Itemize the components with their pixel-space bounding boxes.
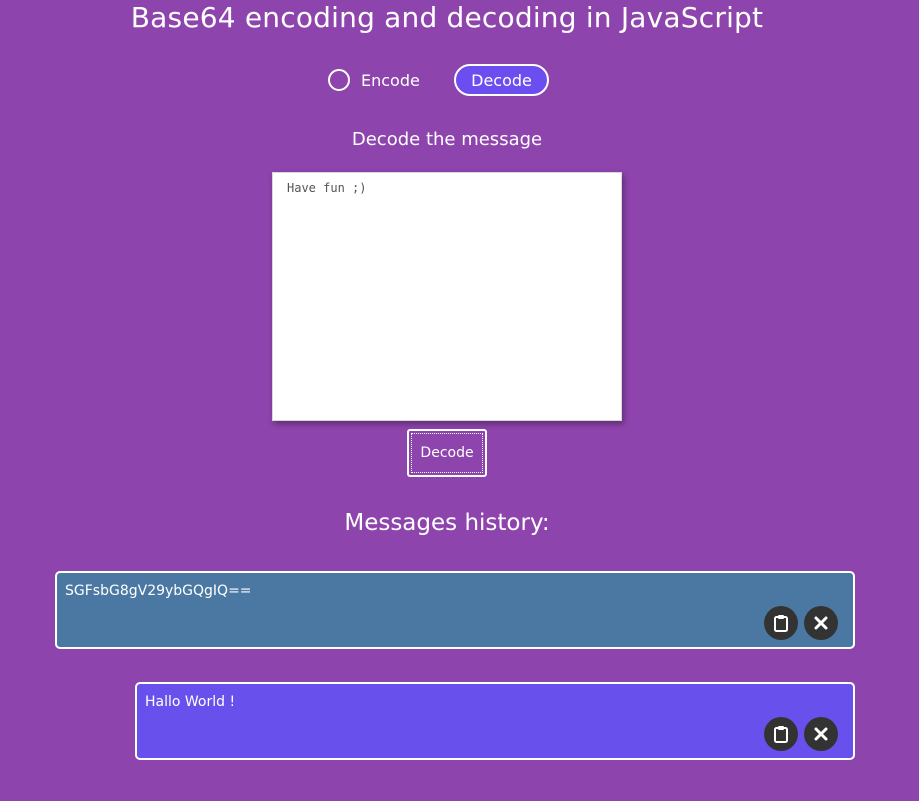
mode-switch: Encode Decode: [328, 64, 549, 96]
history-title: Messages history:: [344, 510, 550, 536]
close-icon: [814, 616, 828, 630]
delete-button[interactable]: [804, 606, 838, 640]
history-item-text: SGFsbG8gV29ybGQgIQ==: [65, 583, 252, 599]
history-item-encoded: SGFsbG8gV29ybGQgIQ==: [55, 571, 855, 649]
message-input[interactable]: [272, 172, 622, 421]
encode-radio[interactable]: Encode: [328, 64, 454, 96]
decode-button[interactable]: Decode: [407, 429, 487, 477]
clipboard-icon: [774, 725, 788, 743]
encode-radio-label: Encode: [361, 70, 420, 90]
history-item-actions: [764, 606, 838, 640]
close-icon: [814, 727, 828, 741]
clipboard-icon: [774, 614, 788, 632]
page-title: Base64 encoding and decoding in JavaScri…: [130, 1, 764, 34]
history-item-decoded: Hallo World !: [135, 682, 855, 760]
history-item-text: Hallo World !: [145, 694, 236, 710]
copy-button[interactable]: [764, 717, 798, 751]
decode-radio-label: Decode: [471, 70, 532, 90]
delete-button[interactable]: [804, 717, 838, 751]
editor-subtitle: Decode the message: [351, 129, 543, 150]
radio-circle-icon: [328, 69, 350, 91]
history-item-actions: [764, 717, 838, 751]
decode-radio[interactable]: Decode: [454, 64, 549, 96]
copy-button[interactable]: [764, 606, 798, 640]
